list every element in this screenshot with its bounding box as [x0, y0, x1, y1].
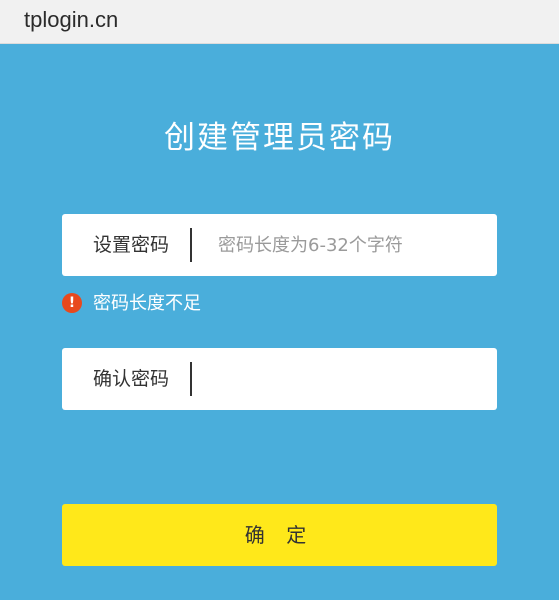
confirm-button[interactable]: 确 定 [62, 504, 497, 566]
address-url[interactable]: tplogin.cn [24, 7, 118, 33]
error-text: 密码长度不足 [93, 293, 201, 314]
page-title: 创建管理员密码 [164, 120, 395, 156]
page-body: 创建管理员密码 设置密码 ! 密码长度不足 确认密码 确 定 [0, 44, 559, 600]
address-bar[interactable]: tplogin.cn [0, 0, 559, 44]
confirm-password-input[interactable] [202, 359, 482, 399]
exclamation-icon: ! [62, 293, 82, 313]
set-password-input[interactable] [202, 225, 482, 265]
confirm-password-label: 确认密码 [93, 368, 170, 390]
text-cursor [190, 362, 192, 396]
set-password-field[interactable]: 设置密码 [62, 214, 497, 276]
set-password-label: 设置密码 [93, 234, 170, 256]
text-cursor [190, 228, 192, 262]
confirm-password-field[interactable]: 确认密码 [62, 348, 497, 410]
